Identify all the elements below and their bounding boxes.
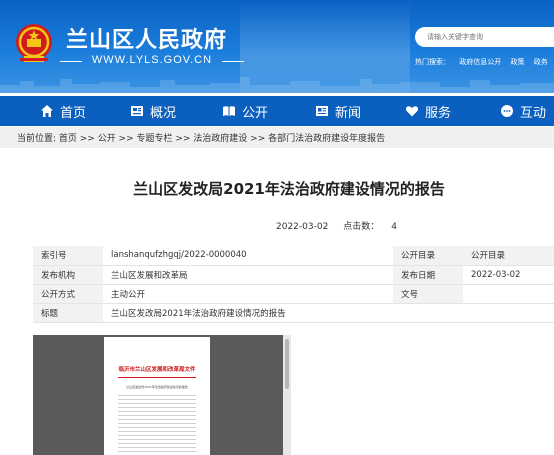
site-title[interactable]: 兰山区人民政府 xyxy=(66,22,227,54)
nav-item-overview[interactable]: 概况 xyxy=(130,96,176,126)
table-row: 公开方式 主动公开 文号 xyxy=(33,284,554,304)
site-header: 兰山区人民政府 WWW.LYLS.GOV.CN 热门搜索： 政府信息公开 政策 … xyxy=(0,0,554,93)
table-row: 索引号 lanshanqufzhgqj/2022-0000040 公开目录 公开… xyxy=(33,246,554,266)
site-url-text: WWW.LYLS.GOV.CN xyxy=(91,54,213,66)
nav-item-label: 概况 xyxy=(150,105,177,121)
info-table: 索引号 lanshanqufzhgqj/2022-0000040 公开目录 公开… xyxy=(33,246,554,323)
nav-item-label: 服务 xyxy=(425,105,452,121)
city-skyline-decoration xyxy=(0,77,554,93)
nav-item-home[interactable]: 首页 xyxy=(40,96,86,126)
nav-item-label: 首页 xyxy=(60,105,87,121)
hot-search-item[interactable]: 政务 xyxy=(534,58,548,66)
nav-item-service[interactable]: 服务 xyxy=(405,96,451,126)
home-icon xyxy=(41,105,53,117)
national-emblem-icon[interactable] xyxy=(14,22,54,64)
hot-search-label: 热门搜索： xyxy=(415,58,450,66)
news-icon xyxy=(316,106,328,116)
document-body-lines xyxy=(118,395,196,455)
overview-icon xyxy=(131,106,143,116)
nav-item-label: 互动 xyxy=(520,105,547,121)
search-input[interactable] xyxy=(427,30,547,44)
nav-item-label: 新闻 xyxy=(335,105,362,121)
hot-search-item[interactable]: 政府信息公开 xyxy=(459,58,501,66)
document-subtitle: 兰山区发改局2021年法治政府建设情况的报告 xyxy=(126,385,188,389)
table-label: 公开目录 xyxy=(393,246,463,266)
table-row: 标题 兰山区发改局2021年法治政府建设情况的报告 xyxy=(33,303,554,323)
breadcrumb: 当前位置: 首页 >> 公开 >> 专题专栏 >> 法治政府建设 >> 各部门法… xyxy=(0,127,554,148)
table-label: 发布机构 xyxy=(33,265,103,285)
scrollbar-thumb[interactable] xyxy=(285,339,289,389)
table-value xyxy=(393,303,463,323)
site-url: WWW.LYLS.GOV.CN xyxy=(60,54,244,66)
table-value: 兰山区发改局2021年法治政府建设情况的报告 xyxy=(103,303,393,323)
document-viewer[interactable]: 临沂市兰山区发展和改革局文件 兰山区发改局2021年法治政府建设情况的报告 xyxy=(33,335,291,455)
book-icon xyxy=(223,106,235,116)
document-header-text: 临沂市兰山区发展和改革局文件 xyxy=(118,367,196,373)
table-label: 索引号 xyxy=(33,246,103,266)
article-title: 兰山区发改局2021年法治政府建设情况的报告 xyxy=(133,180,445,198)
nav-item-news[interactable]: 新闻 xyxy=(315,96,361,126)
hot-search-item[interactable]: 政策 xyxy=(510,58,524,66)
table-value: 2022-03-02 xyxy=(463,265,554,285)
document-page: 临沂市兰山区发展和改革局文件 兰山区发改局2021年法治政府建设情况的报告 xyxy=(104,337,210,455)
table-label: 标题 xyxy=(33,303,103,323)
viewer-scrollbar[interactable] xyxy=(283,335,291,455)
table-value xyxy=(463,284,554,304)
view-count: 点击数： 4 xyxy=(343,222,397,232)
table-label: 文号 xyxy=(393,284,463,304)
nav-item-interact[interactable]: 互动 xyxy=(500,96,546,126)
table-value: lanshanqufzhgqj/2022-0000040 xyxy=(103,246,393,266)
heart-icon xyxy=(405,106,419,117)
nav-item-public[interactable]: 公开 xyxy=(222,96,268,126)
chat-icon xyxy=(501,105,513,117)
view-count-value: 4 xyxy=(391,222,397,232)
search-box xyxy=(415,27,554,47)
table-label: 公开方式 xyxy=(33,284,103,304)
document-red-line xyxy=(118,377,196,378)
table-value: 兰山区发展和改革局 xyxy=(103,265,393,285)
table-value xyxy=(463,303,554,323)
nav-item-label: 公开 xyxy=(242,105,269,121)
main-nav: 首页 概况 公开 新闻 服务 互动 xyxy=(0,96,554,126)
table-label: 发布日期 xyxy=(393,265,463,285)
table-value: 公开目录 xyxy=(463,246,554,266)
article-meta: 2022-03-02 点击数： 4 xyxy=(276,219,397,232)
publish-date: 2022-03-02 xyxy=(276,222,329,232)
view-count-label: 点击数： xyxy=(343,222,380,232)
hot-search: 热门搜索： 政府信息公开 政策 政务 xyxy=(415,57,554,67)
table-value: 主动公开 xyxy=(103,284,393,304)
table-row: 发布机构 兰山区发展和改革局 发布日期 2022-03-02 xyxy=(33,265,554,285)
breadcrumb-text[interactable]: 当前位置: 首页 >> 公开 >> 专题专栏 >> 法治政府建设 >> 各部门法… xyxy=(17,131,385,144)
